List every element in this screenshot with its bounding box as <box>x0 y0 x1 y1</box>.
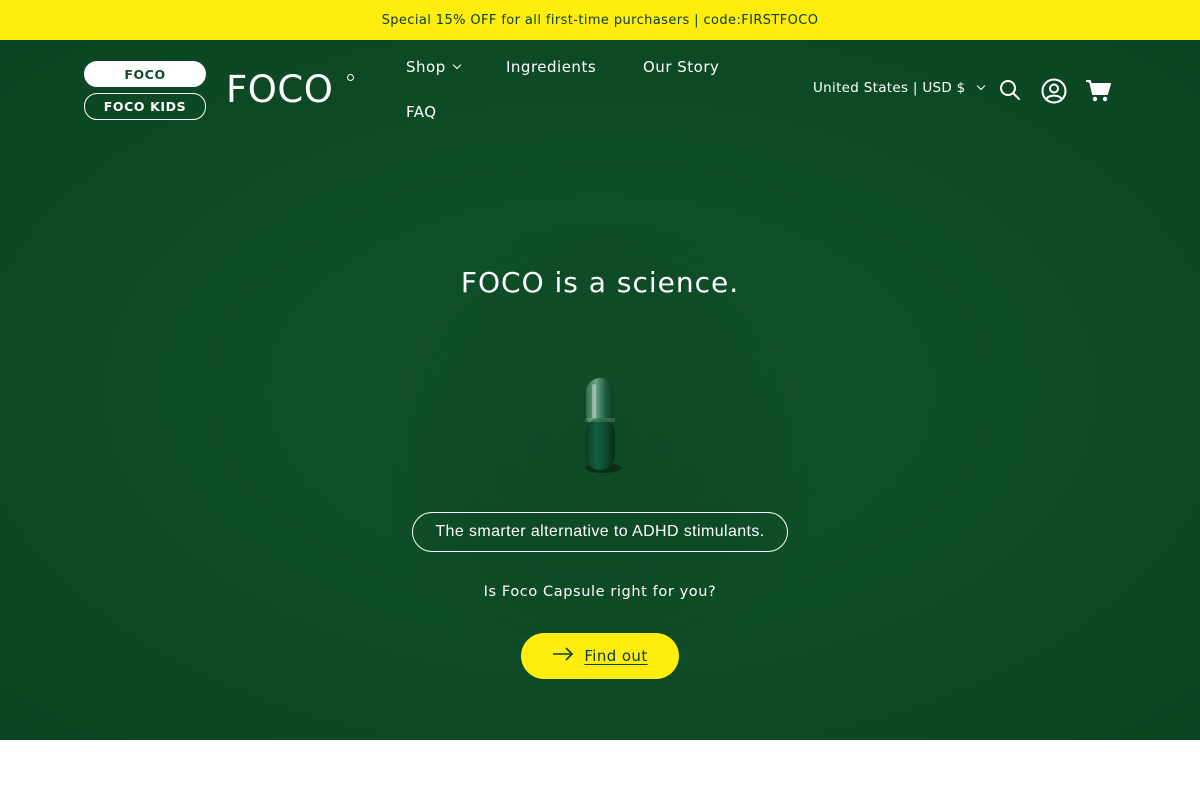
find-out-label: Find out <box>584 647 648 665</box>
nav-item-shop[interactable]: Shop <box>406 58 461 76</box>
nav-item-faq-label: FAQ <box>406 103 437 121</box>
nav-item-our-story-label: Our Story <box>643 58 720 76</box>
chevron-down-icon <box>976 81 985 91</box>
brand-toggle-foco-kids-label: FOCO KIDS <box>103 99 187 114</box>
chevron-down-icon <box>452 60 461 70</box>
site-logo[interactable]: FOCO <box>226 68 333 112</box>
nav-item-our-story[interactable]: Our Story <box>643 58 719 76</box>
registered-mark <box>347 74 354 81</box>
nav-item-faq[interactable]: FAQ <box>406 103 437 121</box>
capsule-image <box>575 368 625 483</box>
nav-item-ingredients[interactable]: Ingredients <box>506 58 596 76</box>
arrow-right-icon <box>552 646 574 666</box>
cart-icon[interactable] <box>1085 79 1113 108</box>
brand-toggle-foco[interactable]: FOCO <box>84 61 206 87</box>
account-icon[interactable] <box>1041 78 1067 109</box>
announcement-text: Special 15% OFF for all first-time purch… <box>381 12 819 28</box>
brand-toggle-foco-kids[interactable]: FOCO KIDS <box>84 93 206 120</box>
announcement-bar: Special 15% OFF for all first-time purch… <box>0 0 1200 40</box>
search-icon[interactable] <box>999 79 1021 106</box>
find-out-button[interactable]: Find out <box>521 633 679 679</box>
brand-toggle-foco-label: FOCO <box>124 66 166 82</box>
hero-title: FOCO is a science. <box>460 266 740 299</box>
tagline-badge: The smarter alternative to ADHD stimulan… <box>412 512 788 552</box>
nav-item-shop-label: Shop <box>406 58 446 76</box>
locale-selector[interactable]: United States | USD $ <box>813 80 985 96</box>
tagline-text: The smarter alternative to ADHD stimulan… <box>435 523 765 540</box>
hero-question: Is Foco Capsule right for you? <box>483 584 717 600</box>
nav-item-ingredients-label: Ingredients <box>506 58 597 76</box>
locale-label: United States | USD $ <box>813 80 966 96</box>
